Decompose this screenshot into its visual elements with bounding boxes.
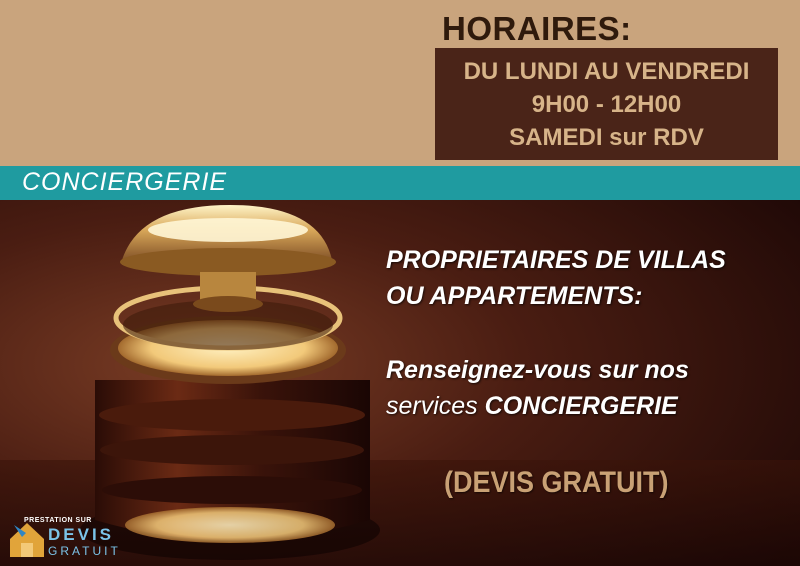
services-text-line2: services CONCIERGERIE	[386, 388, 678, 424]
services-text-prefix: services	[386, 392, 485, 420]
hours-line-weekdays: DU LUNDI AU VENDREDI	[463, 57, 750, 85]
hours-title: HORAIRES:	[442, 10, 632, 47]
logo-top-text: PRESTATION SUR	[24, 517, 92, 524]
section-title: CONCIERGERIE	[22, 168, 228, 196]
hours-line-times: 9H00 - 12H00	[531, 90, 682, 118]
services-text-emphasis: CONCIERGERIE	[484, 392, 678, 420]
owners-headline-line1: PROPRIETAIRES DE VILLAS	[386, 246, 726, 274]
hours-box: DU LUNDI AU VENDREDI 9H00 - 12H00 SAMEDI…	[435, 48, 778, 160]
poster: HORAIRES: DU LUNDI AU VENDREDI 9H00 - 12…	[0, 0, 800, 566]
logo-main-text: DEVIS	[48, 525, 115, 544]
services-text-line1: Renseignez-vous sur nos	[386, 356, 689, 384]
house-logo-icon	[10, 523, 44, 557]
logo-sub-text: GRATUIT	[48, 544, 121, 558]
owners-headline-line2: OU APPARTEMENTS:	[386, 282, 643, 310]
logo: PRESTATION SUR DEVIS GRATUIT	[8, 515, 128, 561]
hours-line-saturday: SAMEDI sur RDV	[509, 123, 704, 151]
free-quote-label: (DEVIS GRATUIT)	[444, 466, 669, 499]
